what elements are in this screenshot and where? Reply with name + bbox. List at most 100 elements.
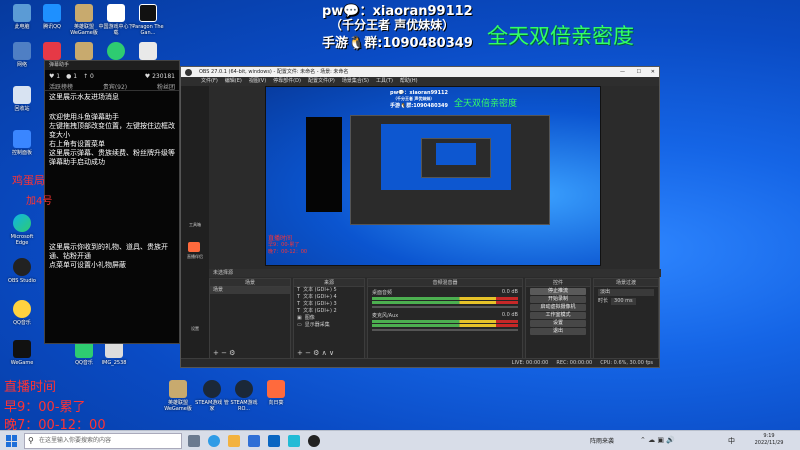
file-explorer-icon[interactable] bbox=[228, 435, 240, 447]
desktop-icon-edge[interactable]: Microsoft Edge bbox=[4, 214, 40, 246]
desktop-icon-steam1[interactable]: STEAM游戏 管家 bbox=[194, 380, 230, 412]
edge-taskbar-icon[interactable] bbox=[208, 435, 220, 447]
source-item[interactable]: ▭ 显示器采集 bbox=[294, 322, 364, 329]
maximize-icon[interactable]: ☐ bbox=[637, 67, 641, 77]
side-item-companion[interactable]: 直播伴侣 bbox=[181, 254, 209, 260]
source-item[interactable]: T 文本 (GDI+) 2 bbox=[294, 308, 364, 315]
exit-button[interactable]: 退出 bbox=[530, 328, 586, 335]
obs-side-toolbar: 工具箱 直播伴侣 设置 bbox=[181, 86, 209, 360]
obs-preview[interactable]: pw💬：xiaoran99112 （千分王者 声优妹妹） 手游🐧群:109048… bbox=[265, 86, 601, 266]
desktop-icon-lol[interactable]: 英雄联盟WeGame版 bbox=[66, 4, 102, 36]
app-taskbar-icon[interactable] bbox=[288, 435, 300, 447]
danmaku-stats: ♥ 1 ● 1 ↑ 0 ♥ 230181 bbox=[49, 72, 175, 80]
menu-edit[interactable]: 编辑(E) bbox=[225, 77, 242, 86]
wegame-icon bbox=[13, 340, 31, 358]
weather-widget[interactable]: 阵雨来袭 bbox=[590, 436, 614, 445]
volume-slider[interactable] bbox=[372, 306, 518, 308]
desktop-icon-game-center[interactable]: 中国游戏中心下载 bbox=[98, 4, 134, 36]
chat-messages: 欢迎使用斗鱼弹幕助手 左键拖拽顶部改变位置，左键按住边框改变大小 右上角有设置菜… bbox=[49, 113, 175, 166]
tab-active-rank[interactable]: 活跃榜榜 bbox=[49, 82, 73, 91]
menu-scene-collection[interactable]: 场景集合(S) bbox=[342, 77, 369, 86]
source-item[interactable]: T 文本 (GDI+) 5 bbox=[294, 287, 364, 294]
desktop-icon-sunlogin[interactable]: 向日葵 bbox=[258, 380, 294, 406]
side-item-toolbox[interactable]: 工具箱 bbox=[181, 222, 209, 228]
volume-slider[interactable] bbox=[372, 329, 518, 331]
lol-icon bbox=[169, 380, 187, 398]
mail-icon[interactable] bbox=[268, 435, 280, 447]
transition-select[interactable]: 淡出 bbox=[598, 289, 654, 296]
minimize-icon[interactable]: — bbox=[620, 67, 625, 77]
live-companion-icon[interactable] bbox=[188, 242, 200, 252]
menu-file[interactable]: 文件(F) bbox=[201, 77, 218, 86]
obs-titlebar[interactable]: OBS 27.0.1 (64-bit, windows) - 配置文件: 未命名… bbox=[181, 67, 659, 77]
sources-dock[interactable]: 来源 T 文本 (GDI+) 5 T 文本 (GDI+) 4 T 文本 (GDI+) … bbox=[293, 278, 365, 360]
steam-icon bbox=[203, 380, 221, 398]
preview-nested-obs bbox=[421, 138, 491, 178]
menu-docks[interactable]: 停靠部件(D) bbox=[273, 77, 301, 86]
desktop-icon-obs[interactable]: OBS Studio bbox=[4, 258, 40, 284]
lol-icon bbox=[75, 42, 93, 60]
steam-icon bbox=[235, 380, 253, 398]
start-icon[interactable] bbox=[6, 435, 18, 447]
task-view-icon[interactable] bbox=[188, 435, 200, 447]
overlay-slogan: 全天双倍亲密度 bbox=[487, 24, 634, 48]
overlay-subtitle: （千分王者 声优妹妹） bbox=[330, 18, 455, 32]
menu-help[interactable]: 帮助(H) bbox=[400, 77, 418, 86]
desktop-icon-row2-d[interactable] bbox=[130, 42, 166, 62]
desktop-icon-wegame[interactable]: WeGame bbox=[4, 340, 40, 366]
menu-view[interactable]: 视图(V) bbox=[249, 77, 266, 86]
recycle-bin-icon bbox=[13, 86, 31, 104]
side-item-settings[interactable]: 设置 bbox=[181, 326, 209, 332]
scenes-dock[interactable]: 场景 场景 + − ⚙ bbox=[209, 278, 291, 360]
scene-item[interactable]: 场景 bbox=[210, 287, 290, 294]
desktop-icon-steam2[interactable]: STEAM游戏 RO... bbox=[226, 380, 262, 412]
desktop-icon-qq[interactable]: 腾讯QQ bbox=[34, 4, 70, 30]
obs-statusbar: LIVE: 00:00:00 REC: 00:00:00 CPU: 0.6%, … bbox=[181, 358, 659, 367]
controls-dock[interactable]: 控件 停止推流 开始录制 启动虚拟摄像机 工作室模式 设置 退出 bbox=[525, 278, 591, 360]
overlay-cursor-text2: 加4号 bbox=[26, 196, 53, 207]
transitions-dock[interactable]: 场景过渡 淡出 时长 300 ms bbox=[593, 278, 659, 360]
desktop-icon-qqmusic[interactable]: QQ音乐 bbox=[4, 300, 40, 326]
obs-window[interactable]: OBS 27.0.1 (64-bit, windows) - 配置文件: 未命名… bbox=[180, 66, 661, 368]
mixer-dock[interactable]: 音频混音器 桌面音频 0.0 dB 麦克风/Aux 0.0 dB bbox=[367, 278, 523, 360]
overlay-schedule-title: 直播时间 bbox=[4, 380, 57, 395]
obs-taskbar-icon[interactable] bbox=[308, 435, 320, 447]
danmaku-header[interactable]: 弹幕助手 bbox=[45, 61, 179, 70]
virtual-camera-button[interactable]: 启动虚拟摄像机 bbox=[530, 304, 586, 311]
desktop-icon-control-panel[interactable]: 控制面板 bbox=[4, 130, 40, 156]
ime-indicator[interactable]: 中 bbox=[728, 436, 735, 446]
preview-nested-capture bbox=[381, 124, 511, 190]
audio-meter bbox=[372, 320, 518, 323]
desktop-icon-row2-a[interactable] bbox=[34, 42, 70, 62]
settings-button[interactable]: 设置 bbox=[530, 320, 586, 327]
close-icon[interactable]: ✕ bbox=[651, 67, 655, 77]
tab-fans[interactable]: 粉丝团 bbox=[157, 82, 175, 91]
store-icon[interactable] bbox=[248, 435, 260, 447]
source-item[interactable]: T 文本 (GDI+) 3 bbox=[294, 301, 364, 308]
desktop-icon-row2-b[interactable] bbox=[66, 42, 102, 62]
search-icon: ⚲ bbox=[28, 436, 34, 445]
app-icon bbox=[43, 42, 61, 60]
tab-vip[interactable]: 贵宾(92) bbox=[103, 82, 127, 91]
desktop-icon-recycle-bin[interactable]: 回收站 bbox=[4, 86, 40, 112]
search-box[interactable]: ⚲ 在这里输入你要搜索的内容 bbox=[24, 433, 182, 449]
start-recording-button[interactable]: 开始录制 bbox=[530, 296, 586, 303]
desktop-icon-paragon[interactable]: Paragon The Gan... bbox=[130, 4, 166, 36]
source-item[interactable]: ▣ 图像 bbox=[294, 315, 364, 322]
stop-streaming-button[interactable]: 停止推流 bbox=[530, 288, 586, 295]
audio-meter bbox=[372, 297, 518, 300]
lol-icon bbox=[75, 4, 93, 22]
danmaku-panel[interactable]: 弹幕助手 ♥ 1 ● 1 ↑ 0 ♥ 230181 活跃榜榜 贵宾(92) 粉丝… bbox=[44, 60, 180, 344]
scene-controls[interactable]: + − ⚙ bbox=[213, 349, 235, 357]
desktop-icon-row2-c[interactable] bbox=[98, 42, 134, 62]
duration-input[interactable]: 300 ms bbox=[611, 298, 636, 305]
menu-tools[interactable]: 工具(T) bbox=[376, 77, 393, 86]
clock[interactable]: 9:19 2022/11/29 bbox=[746, 433, 792, 447]
desktop-icon-lol-wegame[interactable]: 英雄联盟 WeGame版 bbox=[160, 380, 196, 412]
tray-icons[interactable]: ⌃ ☁ ▣ 🔊 bbox=[640, 436, 675, 444]
overlay-cursor-text: 鸡蛋局 bbox=[12, 174, 45, 187]
source-controls[interactable]: + − ⚙ ∧ ∨ bbox=[297, 349, 334, 357]
studio-mode-button[interactable]: 工作室模式 bbox=[530, 312, 586, 319]
menu-profile[interactable]: 配置文件(P) bbox=[308, 77, 335, 86]
source-item[interactable]: T 文本 (GDI+) 4 bbox=[294, 294, 364, 301]
